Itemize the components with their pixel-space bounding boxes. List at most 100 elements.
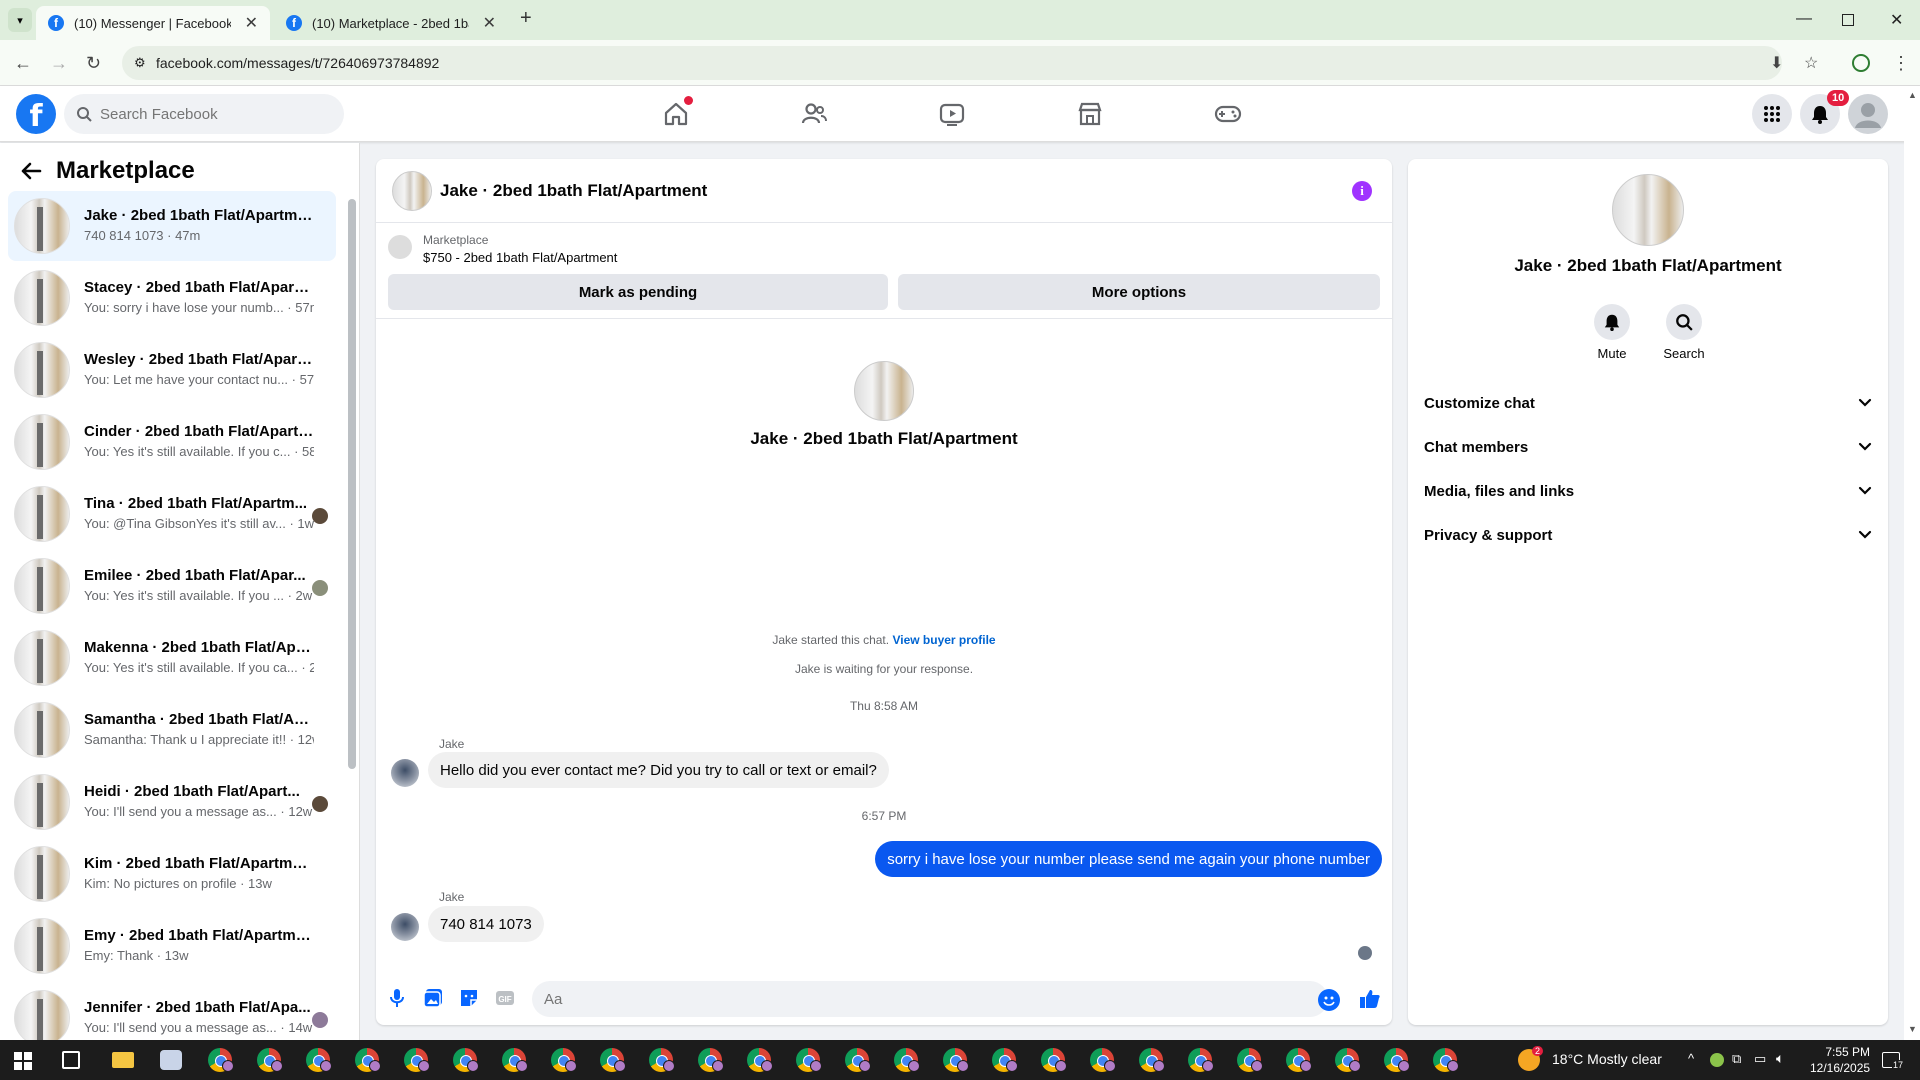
view-buyer-profile-link[interactable]: View buyer profile [892, 633, 995, 647]
sidebar-scrollbar[interactable] [348, 189, 356, 1029]
url-field[interactable]: ⚙ facebook.com/messages/t/72640697378489… [122, 46, 1782, 80]
bookmark-star-icon[interactable]: ☆ [1804, 53, 1818, 73]
network-icon[interactable]: ▭ [1754, 1051, 1766, 1067]
listing-thumbnail[interactable] [388, 235, 412, 259]
search-box[interactable] [64, 94, 344, 134]
conversation-item[interactable]: Stacey · 2bed 1bath Flat/Apartm... You: s… [8, 263, 336, 333]
weather-text[interactable]: 18°C Mostly clear [1552, 1051, 1662, 1067]
thumbs-up-icon[interactable] [1358, 987, 1384, 1013]
gaming-icon[interactable] [1214, 100, 1244, 130]
chrome-window-icon[interactable] [1188, 1048, 1214, 1072]
info-section-row[interactable]: Privacy & support [1424, 513, 1872, 557]
show-hidden-icons[interactable]: ^ [1688, 1051, 1694, 1066]
video-icon[interactable] [938, 100, 968, 130]
close-tab-icon[interactable]: ✕ [483, 13, 496, 33]
conversation-item[interactable]: Emy · 2bed 1bath Flat/Apartment Emy: Than… [8, 911, 336, 981]
listing-title[interactable]: $750 - 2bed 1bath Flat/Apartment [423, 250, 617, 265]
snipping-tool-icon[interactable] [160, 1050, 182, 1070]
sender-avatar[interactable] [391, 759, 419, 787]
menu-dots-icon[interactable]: ⋮ [1892, 53, 1910, 74]
task-view-icon[interactable] [62, 1051, 80, 1069]
chrome-window-icon[interactable] [943, 1048, 969, 1072]
chrome-window-icon[interactable] [600, 1048, 626, 1072]
conversation-item[interactable]: Jennifer · 2bed 1bath Flat/Apa... You: I'… [8, 983, 336, 1040]
scroll-down-icon[interactable]: ▼ [1908, 1024, 1917, 1034]
chrome-window-icon[interactable] [1384, 1048, 1410, 1072]
conversation-item[interactable]: Makenna · 2bed 1bath Flat/Apar... You: Ye… [8, 623, 336, 693]
tab-marketplace[interactable]: f (10) Marketplace - 2bed 1bath ✕ [274, 6, 508, 40]
chrome-window-icon[interactable] [1286, 1048, 1312, 1072]
chrome-window-icon[interactable] [355, 1048, 381, 1072]
message-input[interactable] [532, 981, 1328, 1017]
scroll-up-icon[interactable]: ▲ [1908, 90, 1917, 100]
close-window-icon[interactable]: ✕ [1890, 10, 1903, 30]
sender-avatar[interactable] [391, 913, 419, 941]
conversation-item[interactable]: Jake · 2bed 1bath Flat/Apartment 740 814 … [8, 191, 336, 261]
conversation-item[interactable]: Tina · 2bed 1bath Flat/Apartm... You: @Ti… [8, 479, 336, 549]
chrome-window-icon[interactable] [649, 1048, 675, 1072]
attach-photo-icon[interactable] [422, 987, 448, 1013]
conversation-item[interactable]: Kim · 2bed 1bath Flat/Apartment Kim: No p… [8, 839, 336, 909]
chat-avatar[interactable] [392, 171, 432, 211]
menu-grid-icon[interactable] [1752, 94, 1792, 134]
chrome-window-icon[interactable] [1139, 1048, 1165, 1072]
incoming-message[interactable]: Hello did you ever contact me? Did you t… [428, 752, 889, 788]
friends-icon[interactable] [800, 100, 830, 130]
chrome-window-icon[interactable] [1237, 1048, 1263, 1072]
new-tab-button[interactable]: + [520, 7, 532, 30]
chrome-window-icon[interactable] [453, 1048, 479, 1072]
chrome-window-icon[interactable] [208, 1048, 234, 1072]
tray-device-icon[interactable]: ⧉ [1732, 1051, 1741, 1067]
search-input[interactable] [100, 105, 320, 123]
outgoing-message[interactable]: sorry i have lose your number please sen… [875, 841, 1382, 877]
conversation-info-icon[interactable]: i [1352, 181, 1372, 201]
chrome-window-icon[interactable] [1335, 1048, 1361, 1072]
site-info-icon[interactable]: ⚙ [134, 55, 146, 71]
chrome-window-icon[interactable] [698, 1048, 724, 1072]
more-options-button[interactable]: More options [898, 274, 1380, 310]
restore-icon[interactable] [1842, 14, 1854, 26]
conversation-item[interactable]: Wesley · 2bed 1bath Flat/Apart... You: Le… [8, 335, 336, 405]
volume-icon[interactable]: 🔈︎ [1776, 1050, 1784, 1067]
window-scrollbar[interactable]: ▲ ▼ [1904, 86, 1920, 1040]
conversation-item[interactable]: Samantha · 2bed 1bath Flat/Apa... Samanth… [8, 695, 336, 765]
chrome-window-icon[interactable] [257, 1048, 283, 1072]
close-tab-icon[interactable]: ✕ [245, 13, 258, 33]
chrome-window-icon[interactable] [502, 1048, 528, 1072]
chrome-window-icon[interactable] [796, 1048, 822, 1072]
chrome-window-icon[interactable] [1090, 1048, 1116, 1072]
profile-icon[interactable] [1852, 54, 1870, 72]
chrome-window-icon[interactable] [747, 1048, 773, 1072]
chrome-window-icon[interactable] [306, 1048, 332, 1072]
account-avatar[interactable] [1848, 94, 1888, 134]
facebook-logo[interactable]: f [16, 94, 56, 134]
home-icon[interactable] [662, 96, 693, 130]
minimize-icon[interactable]: — [1796, 10, 1812, 28]
mute-button[interactable]: Mute [1582, 304, 1642, 361]
mark-as-pending-button[interactable]: Mark as pending [388, 274, 888, 310]
clock[interactable]: 7:55 PM 12/16/2025 [1810, 1044, 1870, 1076]
reload-icon[interactable]: ↻ [86, 53, 101, 74]
info-section-row[interactable]: Media, files and links [1424, 469, 1872, 513]
chrome-window-icon[interactable] [551, 1048, 577, 1072]
sticker-icon[interactable] [458, 987, 484, 1013]
chrome-window-icon[interactable] [404, 1048, 430, 1072]
conversation-item[interactable]: Heidi · 2bed 1bath Flat/Apart... You: I'l… [8, 767, 336, 837]
gif-icon[interactable]: GIF [494, 987, 520, 1013]
chrome-window-icon[interactable] [1041, 1048, 1067, 1072]
chrome-window-icon[interactable] [894, 1048, 920, 1072]
back-icon[interactable]: ← [14, 53, 32, 74]
contact-avatar-large[interactable] [854, 361, 914, 421]
scroll-thumb[interactable] [348, 199, 356, 769]
windows-start-icon[interactable] [14, 1052, 32, 1070]
chat-title[interactable]: Jake · 2bed 1bath Flat/Apartment [440, 181, 707, 201]
chrome-window-icon[interactable] [845, 1048, 871, 1072]
chrome-window-icon[interactable] [992, 1048, 1018, 1072]
emoji-icon[interactable] [1318, 989, 1340, 1011]
back-arrow-icon[interactable] [20, 161, 42, 181]
chrome-window-icon[interactable] [1433, 1048, 1459, 1072]
tab-messenger[interactable]: f (10) Messenger | Facebook ✕ [36, 6, 270, 40]
file-explorer-icon[interactable] [112, 1052, 134, 1068]
info-section-row[interactable]: Customize chat [1424, 381, 1872, 425]
info-avatar[interactable] [1612, 174, 1684, 246]
